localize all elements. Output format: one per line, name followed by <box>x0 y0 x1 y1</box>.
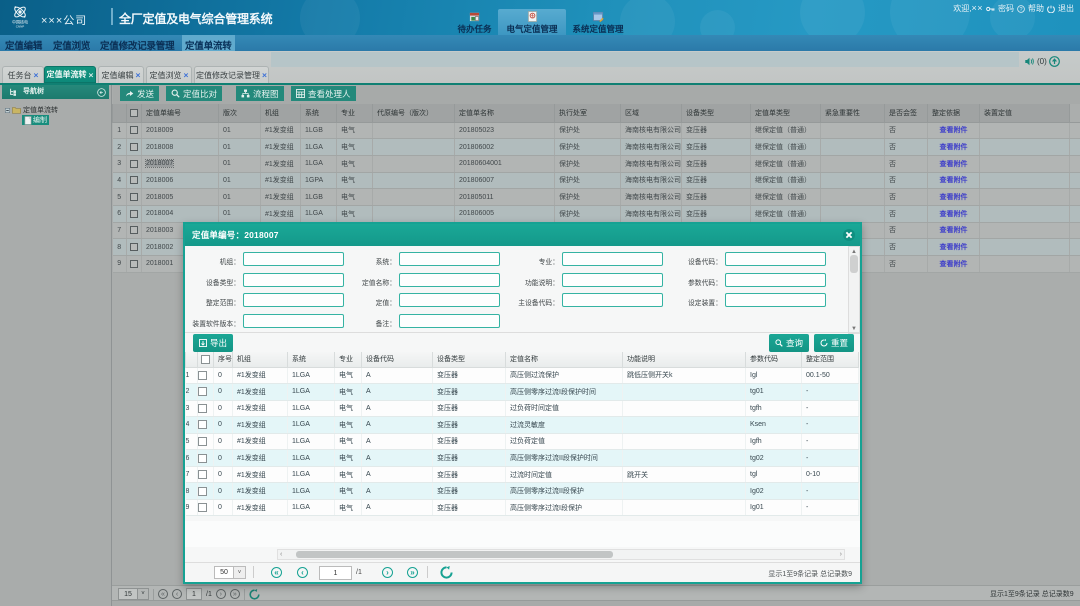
svg-text:CNNP: CNNP <box>16 25 25 29</box>
svg-text:?: ? <box>1019 7 1022 13</box>
